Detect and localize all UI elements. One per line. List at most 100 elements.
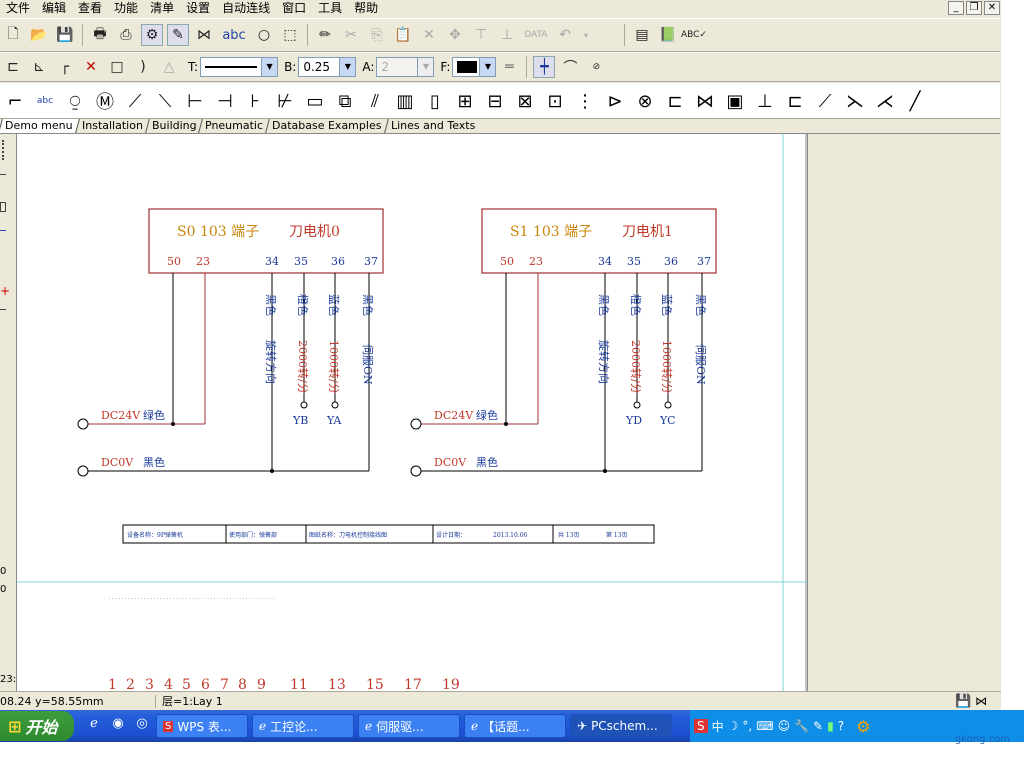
- line-mode-icon[interactable]: ✎: [167, 24, 189, 46]
- print-icon[interactable]: 🖶: [89, 24, 111, 46]
- rail-terminal[interactable]: [77, 418, 89, 430]
- solenoid-symbol-icon[interactable]: ⊏: [660, 86, 690, 116]
- browser-quicklaunch-icon[interactable]: ◉: [108, 716, 128, 736]
- arrow-select[interactable]: 2 ▼: [376, 57, 435, 77]
- ime-chinese-label[interactable]: 中: [712, 718, 724, 735]
- restore-button[interactable]: ❐: [966, 1, 982, 15]
- menu-settings[interactable]: 设置: [180, 0, 216, 17]
- tab-demo-menu[interactable]: Demo menu: [0, 119, 79, 133]
- undo-icon[interactable]: ↶: [554, 24, 576, 46]
- menu-edit[interactable]: 编辑: [36, 0, 72, 17]
- punctuation-icon[interactable]: °,: [742, 719, 752, 733]
- circle-icon[interactable]: ○: [253, 24, 275, 46]
- capacitor-symbol-icon[interactable]: ⊥: [750, 86, 780, 116]
- terminal-block-1[interactable]: S1 103 端子 刀电机1 50 23 34 35 36 37: [481, 208, 717, 274]
- menu-list[interactable]: 清单: [144, 0, 180, 17]
- text-icon[interactable]: abc: [219, 24, 249, 46]
- tab-database-examples[interactable]: Database Examples: [265, 119, 388, 133]
- arrow-symbol-icon[interactable]: ⌐: [0, 86, 30, 116]
- rail-terminal[interactable]: [410, 465, 422, 477]
- minimize-button[interactable]: _: [948, 1, 964, 15]
- vertical-scrollbar[interactable]: [1001, 0, 1024, 710]
- menu-window[interactable]: 窗口: [276, 0, 312, 17]
- page-list-icon[interactable]: ▤: [631, 24, 653, 46]
- contact-symbol-icon[interactable]: ⟍: [150, 86, 180, 116]
- delete-icon[interactable]: ✕: [418, 24, 440, 46]
- double-line-icon[interactable]: ═: [498, 56, 520, 78]
- arc-tool-icon[interactable]: ): [132, 56, 154, 78]
- menu-view[interactable]: 查看: [72, 0, 108, 17]
- task-ie-servo[interactable]: ℯ 伺服驱...: [358, 714, 460, 738]
- tab-installation[interactable]: Installation: [74, 119, 149, 133]
- tab-lines-and-texts[interactable]: Lines and Texts: [383, 119, 481, 133]
- ie-quicklaunch-icon[interactable]: ℯ: [84, 716, 104, 736]
- drawing-canvas[interactable]: S0 103 端子 刀电机0 50 23 34 35 36 37 YB YA 黑…: [17, 134, 807, 693]
- undo-dropdown-icon[interactable]: ▾: [580, 24, 592, 46]
- task-ie-gongkong[interactable]: ℯ 工控论...: [252, 714, 354, 738]
- select-area-icon[interactable]: ⬚: [279, 24, 301, 46]
- print-setup-icon[interactable]: ⎙: [115, 24, 137, 46]
- line-tool-icon[interactable]: ⊏: [2, 56, 24, 78]
- pushbutton-symbol-icon[interactable]: ⊢: [180, 86, 210, 116]
- thermal-switch-icon[interactable]: ⋋: [840, 86, 870, 116]
- rectangle-tool-icon[interactable]: □: [106, 56, 128, 78]
- heater-symbol-icon[interactable]: ⊏: [780, 86, 810, 116]
- terminal-block-0[interactable]: S0 103 端子 刀电机0 50 23 34 35 36 37: [148, 208, 384, 274]
- task-ie-topic[interactable]: ℯ 【话题...: [464, 714, 566, 738]
- connect-status-icon[interactable]: ⋈: [975, 694, 987, 708]
- app-quicklaunch-icon[interactable]: ◎: [132, 716, 152, 736]
- keyboard-icon[interactable]: ⌨: [756, 719, 773, 733]
- paste-icon[interactable]: 📋: [392, 24, 414, 46]
- pushbutton-nc-symbol-icon[interactable]: ⊣: [210, 86, 240, 116]
- start-button[interactable]: ⊞ 开始: [0, 711, 74, 741]
- moon-icon[interactable]: ☽: [728, 719, 739, 733]
- overload-symbol-icon[interactable]: ⊠: [510, 86, 540, 116]
- open-icon[interactable]: 📂: [28, 24, 50, 46]
- align-bottom-icon[interactable]: ⊥: [496, 24, 518, 46]
- thermal-switch-alt-icon[interactable]: ⋌: [870, 86, 900, 116]
- timer-contact-icon[interactable]: ⊟: [480, 86, 510, 116]
- relay-contact-symbol-icon[interactable]: ⊬: [270, 86, 300, 116]
- text-symbol-icon[interactable]: abc: [30, 86, 60, 116]
- connect-icon[interactable]: ⋈: [193, 24, 215, 46]
- ime-logo-icon[interactable]: S: [694, 719, 708, 733]
- switch-alt-symbol-icon[interactable]: ⟋: [810, 86, 840, 116]
- triangle-tool-icon[interactable]: △: [158, 56, 180, 78]
- bridge-icon[interactable]: ⌒: [559, 56, 581, 78]
- edit-icon[interactable]: ✎: [813, 719, 823, 733]
- wrench-icon[interactable]: 🔧: [794, 719, 809, 733]
- terminal-block-icon[interactable]: ▥: [390, 86, 420, 116]
- menu-tools[interactable]: 工具: [312, 0, 348, 17]
- line-width-select[interactable]: 0.25 ▼: [298, 57, 357, 77]
- line-type-select[interactable]: ▼: [200, 57, 279, 77]
- task-wps[interactable]: S WPS 表...: [156, 714, 248, 738]
- cut-icon[interactable]: ✂: [340, 24, 362, 46]
- diode-symbol-icon[interactable]: ⊳: [600, 86, 630, 116]
- task-pcschematic[interactable]: ✈ PCschem...: [570, 714, 672, 738]
- rail-terminal[interactable]: [77, 465, 89, 477]
- cross-tool-icon[interactable]: ✕: [80, 56, 102, 78]
- breaker-symbol-icon[interactable]: ⊦: [240, 86, 270, 116]
- valve-symbol-icon[interactable]: ⋈: [690, 86, 720, 116]
- motor-symbol-icon[interactable]: Ⓜ: [90, 86, 120, 116]
- frame-symbol-icon[interactable]: ▣: [720, 86, 750, 116]
- close-button[interactable]: ✕: [984, 1, 1000, 15]
- fuse-symbol-icon[interactable]: ⧉: [330, 86, 360, 116]
- book-icon[interactable]: 📗: [657, 24, 679, 46]
- copy-icon[interactable]: ⎘: [366, 24, 388, 46]
- lamp-cross-symbol-icon[interactable]: ⊗: [630, 86, 660, 116]
- new-icon[interactable]: 🗋: [2, 24, 24, 46]
- resistor-symbol-icon[interactable]: ▯: [420, 86, 450, 116]
- data-icon[interactable]: DATA: [522, 24, 550, 46]
- fill-color-select[interactable]: ▼: [452, 57, 497, 77]
- move-icon[interactable]: ✥: [444, 24, 466, 46]
- tab-building[interactable]: Building: [144, 119, 203, 133]
- three-pole-switch-icon[interactable]: ⫽: [360, 86, 390, 116]
- limit-switch-icon[interactable]: ╱: [900, 86, 930, 116]
- align-top-icon[interactable]: ⊤: [470, 24, 492, 46]
- menu-file[interactable]: 文件: [0, 0, 36, 17]
- angle-tool-icon[interactable]: ⊾: [28, 56, 50, 78]
- junction-icon[interactable]: ┿: [533, 56, 556, 78]
- corner-tool-icon[interactable]: ┌: [54, 56, 76, 78]
- lamp-symbol-icon[interactable]: ⍜: [60, 86, 90, 116]
